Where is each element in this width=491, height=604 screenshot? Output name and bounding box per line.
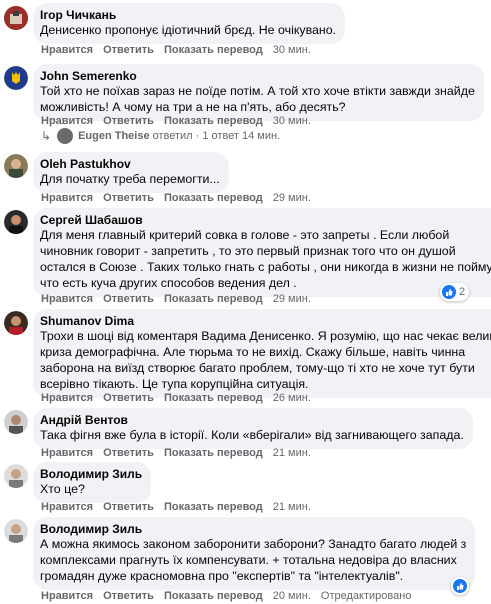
comment-bubble: John Semerenko Той хто не поїхав зараз н… <box>33 64 484 121</box>
comment-bubble: Андрій Вентов Така фігня вже була в істо… <box>33 408 473 449</box>
avatar[interactable] <box>4 519 28 543</box>
like-button[interactable]: Нравится <box>41 192 93 204</box>
comment-text: Трохи в шоці від коментаря Вадима Денисе… <box>40 329 491 391</box>
comment-bubble: Oleh Pastukhov Для початку треба перемог… <box>33 152 229 193</box>
comment-time[interactable]: 26 мин. <box>273 392 311 404</box>
like-button[interactable]: Нравится <box>41 501 93 513</box>
comment-author[interactable]: John Semerenko <box>40 69 475 83</box>
reply-button[interactable]: Ответить <box>103 501 154 513</box>
comment-text: Денисенко пропонує ідіотичний брєд. Не о… <box>40 23 337 37</box>
edited-label: Отредактировано <box>320 590 412 602</box>
like-reaction-icon <box>453 579 467 593</box>
reaction-count-value: 2 <box>459 286 466 298</box>
comment-text: Для меня главный критерий совка в голове… <box>40 228 491 290</box>
avatar <box>57 128 74 144</box>
comment-actions: Нравится Ответить Показать перевод 26 мин. <box>41 392 321 405</box>
comment-author[interactable]: Володимир Зиль <box>40 467 142 481</box>
comment-actions: Нравится Ответить Показать перевод 29 мин. <box>41 192 321 205</box>
comment-time[interactable]: 21 мин. <box>273 501 311 513</box>
reply-button[interactable]: Ответить <box>103 447 154 459</box>
like-reaction-icon <box>442 285 456 299</box>
replies-summary: ответил · 1 ответ 14 мин. <box>152 130 281 142</box>
comment-actions: Нравится Ответить Показать перевод 21 мин. <box>41 501 321 514</box>
translate-button[interactable]: Показать перевод <box>164 44 263 56</box>
comment-text: Хто це? <box>40 482 85 496</box>
avatar[interactable] <box>4 464 28 488</box>
reaction-count[interactable]: 2 <box>440 283 470 301</box>
comment-author[interactable]: Сергей Шабашов <box>40 213 491 227</box>
comment-actions: Нравится Ответить Показать перевод 20 мин. О… <box>41 590 421 603</box>
comment-bubble: Ігор Чичкань Денисенко пропонує ідіотичн… <box>33 3 346 44</box>
translate-button[interactable]: Показать перевод <box>164 115 263 127</box>
like-button[interactable]: Нравится <box>41 115 93 127</box>
comment-text: А можна якимось законом заборонити забор… <box>40 537 467 583</box>
comment-actions: Нравится Ответить Показать перевод 30 мин. <box>41 115 321 128</box>
translate-button[interactable]: Показать перевод <box>164 392 263 404</box>
avatar[interactable] <box>4 410 28 434</box>
comment-actions: Нравится Ответить Показать перевод 21 мин. <box>41 447 321 460</box>
comment-time[interactable]: 30 мин. <box>273 115 311 127</box>
like-button[interactable]: Нравится <box>41 590 93 602</box>
like-button[interactable]: Нравится <box>41 44 93 56</box>
comment-actions: Нравится Ответить Показать перевод 30 мин. <box>41 44 321 57</box>
translate-button[interactable]: Показать перевод <box>164 501 263 513</box>
reply-button[interactable]: Ответить <box>103 392 154 404</box>
reply-button[interactable]: Ответить <box>103 293 154 305</box>
avatar[interactable] <box>4 210 28 234</box>
comment-bubble: Shumanov Dima Трохи в шоці від коментаря… <box>33 309 491 398</box>
comment-text: Той хто не поїхав зараз не поїде потім. … <box>40 84 475 114</box>
comment-author[interactable]: Андрій Вентов <box>40 413 464 427</box>
comment-text: Для початку треба перемогти... <box>40 172 220 186</box>
comment-time[interactable]: 29 мин. <box>273 192 311 204</box>
comment-bubble: Сергей Шабашов Для меня главный критерий… <box>33 208 491 297</box>
avatar[interactable] <box>4 6 28 30</box>
comment-bubble: Володимир Зиль Хто це? <box>33 462 152 503</box>
comment-bubble: Володимир Зиль А можна якимось законом з… <box>33 517 476 590</box>
comment-text: Така фігня вже була в історії. Коли «вбе… <box>40 428 464 442</box>
comment-author[interactable]: Володимир Зиль <box>40 522 466 536</box>
translate-button[interactable]: Показать перевод <box>164 192 263 204</box>
like-button[interactable]: Нравится <box>41 447 93 459</box>
comment-author[interactable]: Oleh Pastukhov <box>40 157 220 171</box>
like-button[interactable]: Нравится <box>41 293 93 305</box>
translate-button[interactable]: Показать перевод <box>164 590 263 602</box>
avatar[interactable] <box>4 154 28 178</box>
comment-time[interactable]: 20 мин. <box>273 590 311 602</box>
reaction-indicator[interactable] <box>451 577 469 595</box>
comment-time[interactable]: 29 мин. <box>273 293 311 305</box>
translate-button[interactable]: Показать перевод <box>164 293 263 305</box>
avatar[interactable] <box>4 66 28 90</box>
reply-arrow-icon: ↳ <box>41 129 52 143</box>
translate-button[interactable]: Показать перевод <box>164 447 263 459</box>
comment-actions: Нравится Ответить Показать перевод 29 мин. <box>41 293 321 306</box>
reply-author: Eugen Theise <box>78 130 150 142</box>
view-replies-link[interactable]: ↳ Eugen Theise ответил · 1 ответ 14 мин. <box>41 128 280 144</box>
comment-author[interactable]: Shumanov Dima <box>40 314 491 328</box>
reply-button[interactable]: Ответить <box>103 115 154 127</box>
like-button[interactable]: Нравится <box>41 392 93 404</box>
comment-time[interactable]: 30 мин. <box>273 44 311 56</box>
comment-author[interactable]: Ігор Чичкань <box>40 8 336 22</box>
reply-button[interactable]: Ответить <box>103 192 154 204</box>
comment-time[interactable]: 21 мин. <box>273 447 311 459</box>
reply-button[interactable]: Ответить <box>103 590 154 602</box>
avatar[interactable] <box>4 311 28 335</box>
reply-button[interactable]: Ответить <box>103 44 154 56</box>
